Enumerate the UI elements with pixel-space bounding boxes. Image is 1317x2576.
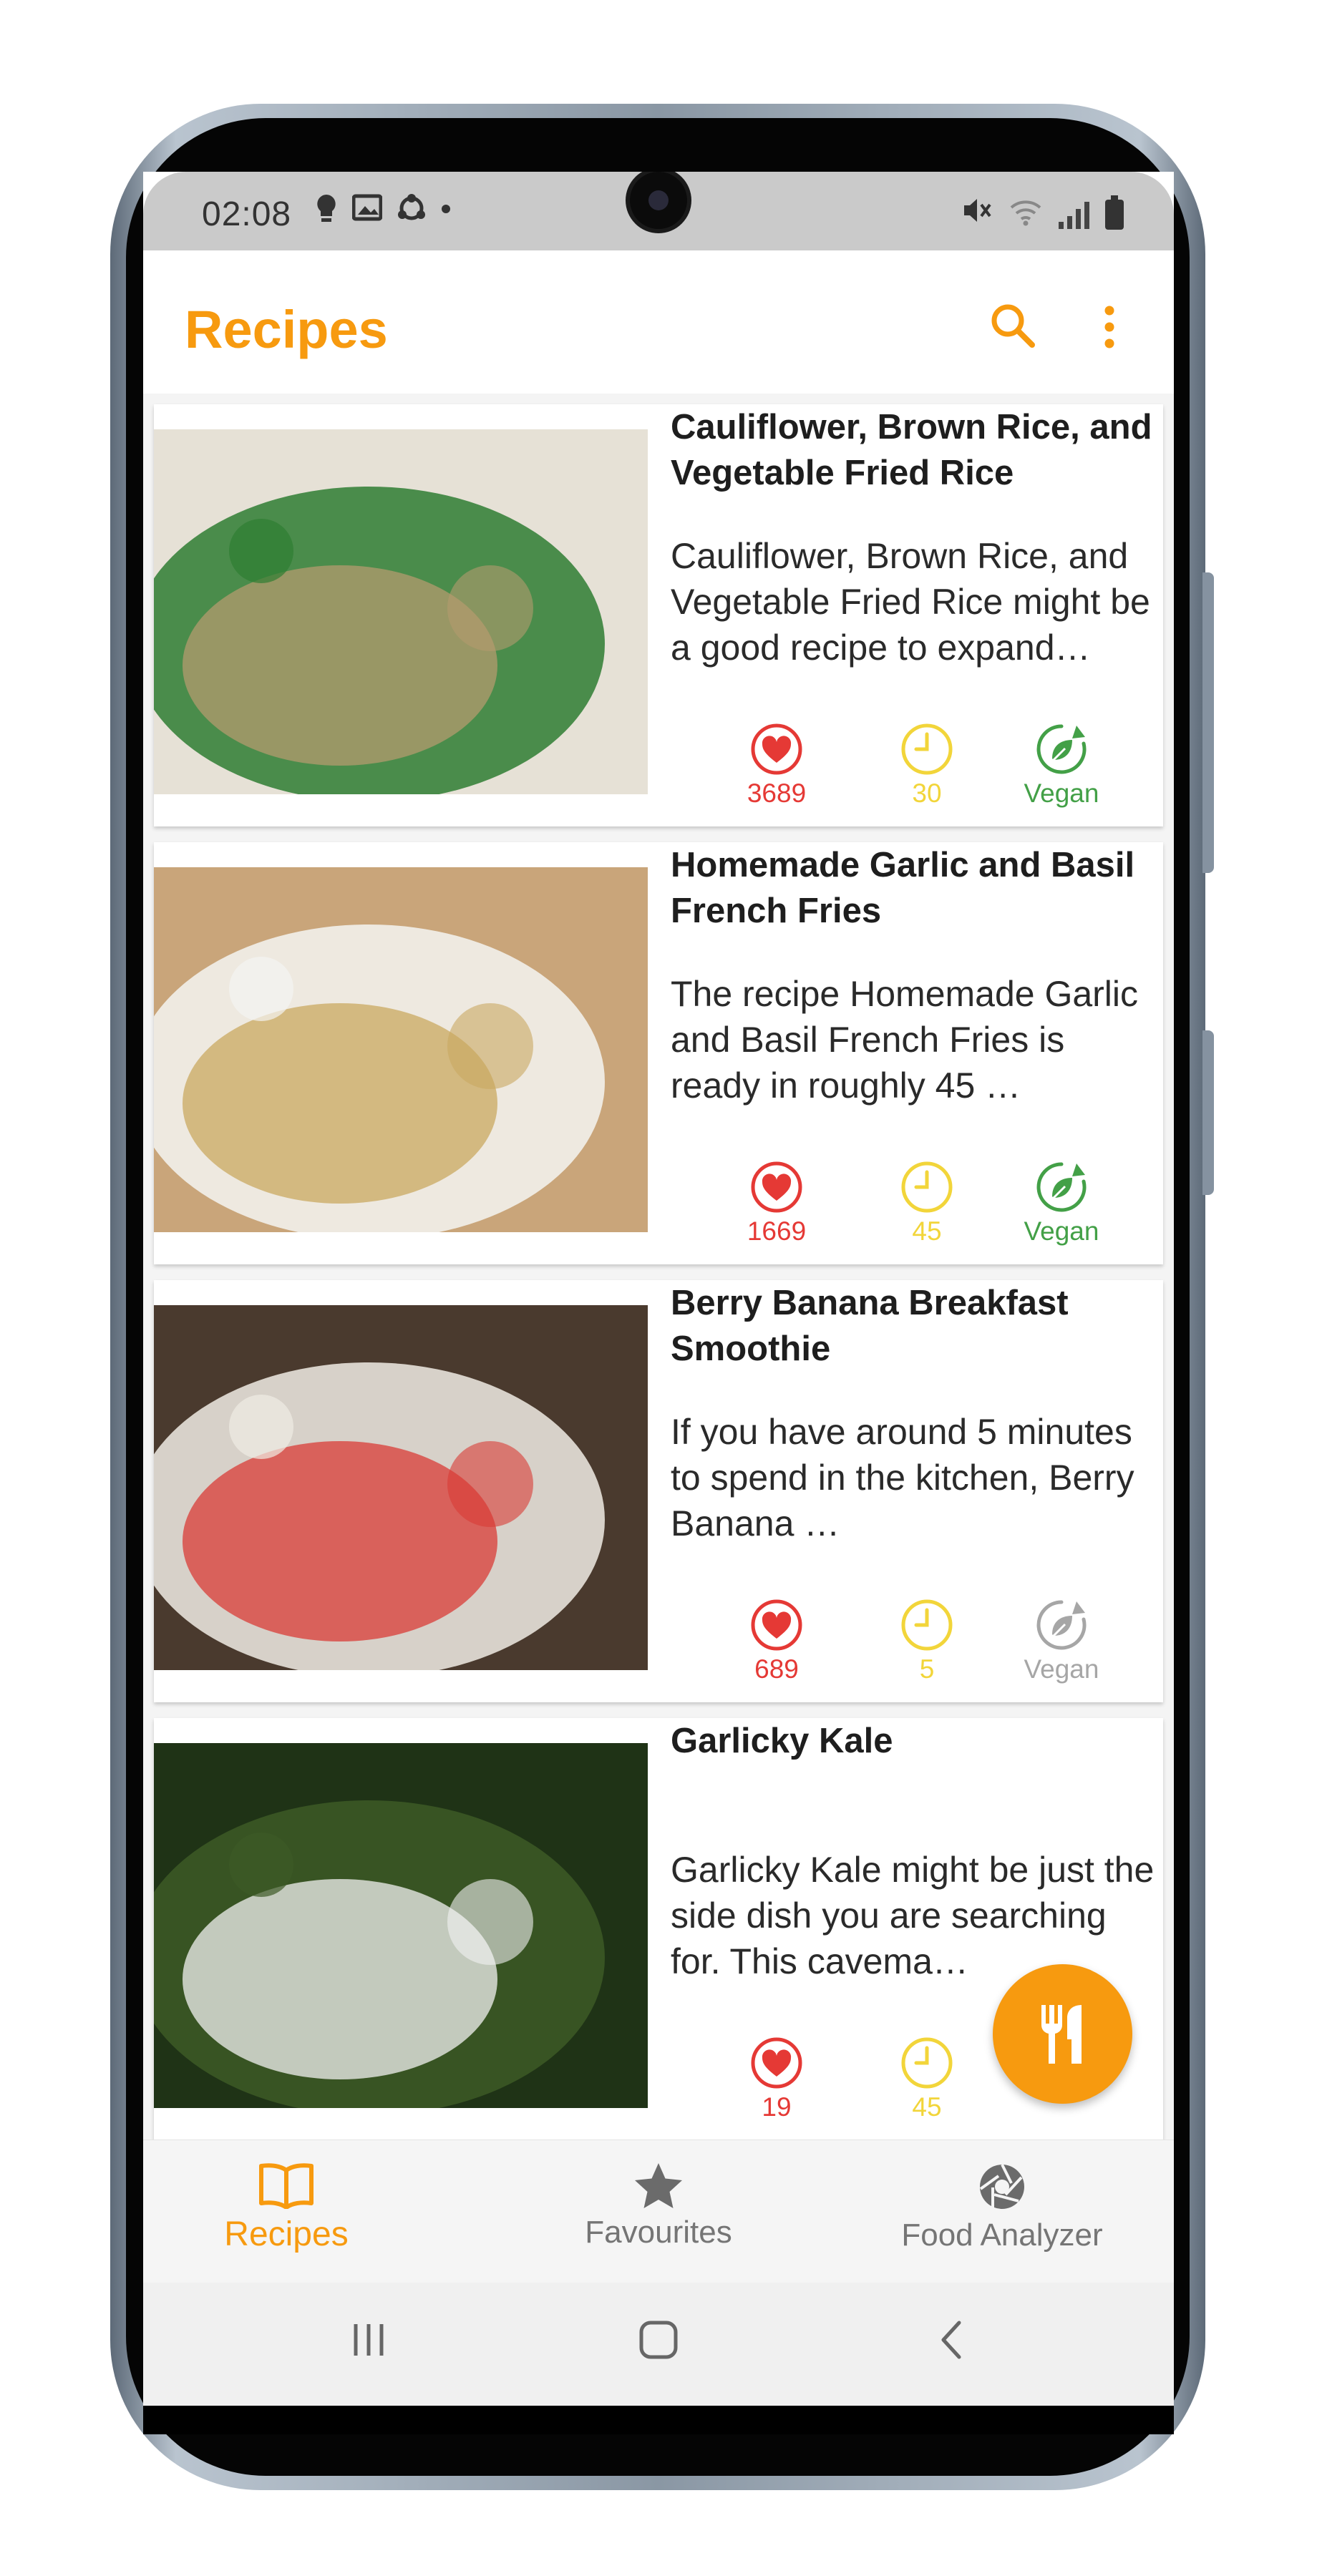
recipe-description: Garlicky Kale might be just the side dis…: [671, 1850, 1155, 1981]
status-time: 02:08: [202, 195, 292, 233]
vegan-label: Vegan: [1024, 1654, 1099, 1684]
signal-icon: [1059, 200, 1089, 229]
likes-stat: 3689: [719, 723, 834, 809]
back-button[interactable]: [930, 2318, 973, 2365]
clock-icon: [901, 723, 953, 775]
more-vert-icon: [1104, 306, 1114, 348]
home-icon: [639, 2321, 678, 2359]
vegan-label: Vegan: [1024, 779, 1099, 808]
recipe-image: [154, 867, 648, 1232]
heart-icon: [751, 723, 802, 775]
time-minutes: 5: [919, 1654, 935, 1684]
nav-food-analyzer-label: Food Analyzer: [901, 2218, 1103, 2253]
app-bar: Recipes: [143, 250, 1174, 394]
clock-icon: [901, 1161, 953, 1213]
recipe-image: [154, 1743, 648, 2108]
likes-stat: 19: [719, 2036, 834, 2122]
time-minutes: 30: [912, 779, 942, 808]
recipe-card[interactable]: Berry Banana Breakfast Smoothie If you ha…: [154, 1280, 1163, 1702]
search-button[interactable]: [988, 301, 1038, 351]
book-icon: [259, 2163, 314, 2209]
more-options-button[interactable]: [1095, 302, 1124, 352]
recipe-description: If you have around 5 minutes to spend in…: [671, 1412, 1134, 1543]
wifi-icon: [1009, 195, 1043, 235]
aperture-icon: [979, 2164, 1024, 2209]
time-stat: 45: [870, 1161, 984, 1246]
recipe-title: Cauliflower, Brown Rice, and Vegetable F…: [671, 408, 1152, 492]
screen: 02:08 Recipes Cauliflower, Brown Rice, a…: [143, 172, 1174, 2406]
recipe-card[interactable]: Homemade Garlic and Basil French Fries Th…: [154, 842, 1163, 1264]
home-button[interactable]: [637, 2318, 680, 2365]
time-stat: 30: [870, 723, 984, 809]
recipe-title: Garlicky Kale: [671, 1722, 893, 1760]
nav-food-analyzer[interactable]: Food Analyzer: [859, 2162, 1145, 2253]
likes-count: 19: [762, 2092, 792, 2122]
clock-icon: [901, 1599, 953, 1651]
page-title: Recipes: [185, 300, 388, 359]
bulb-icon: [315, 193, 338, 233]
vegan-leaf-icon: [1036, 1162, 1087, 1212]
system-navigation-bar: [143, 2283, 1174, 2406]
clock-icon: [901, 2037, 953, 2089]
bottom-navigation: Recipes Favourites Food Analyzer: [143, 2140, 1174, 2283]
nav-favourites-label: Favourites: [585, 2215, 732, 2250]
likes-stat: 689: [719, 1599, 834, 1684]
restaurant-icon: [1041, 2004, 1082, 2064]
volume-button: [1202, 572, 1214, 873]
nav-recipes[interactable]: Recipes: [143, 2162, 429, 2254]
dot-icon: [441, 193, 451, 233]
front-camera: [630, 172, 687, 229]
vegan-leaf-icon: [1036, 724, 1087, 774]
notification-icons: [315, 193, 451, 233]
vegan-label: Vegan: [1024, 1216, 1099, 1246]
recipe-description: The recipe Homemade Garlic and Basil Fre…: [671, 974, 1139, 1106]
sync-icon: [397, 193, 427, 233]
status-bar: 02:08: [143, 172, 1174, 250]
recipe-image: [154, 1305, 648, 1670]
recents-icon: [354, 2324, 384, 2356]
heart-icon: [751, 2037, 802, 2089]
vegan-stat: Vegan: [1004, 1161, 1119, 1246]
vegan-leaf-icon: [1036, 1600, 1087, 1650]
likes-count: 3689: [747, 779, 807, 808]
random-recipe-fab[interactable]: [993, 1964, 1132, 2104]
vegan-stat: Vegan: [1004, 1599, 1119, 1684]
time-minutes: 45: [912, 2092, 942, 2122]
nav-recipes-label: Recipes: [224, 2215, 349, 2253]
likes-count: 1669: [747, 1216, 807, 1246]
back-icon: [941, 2321, 961, 2359]
power-button: [1202, 1030, 1214, 1195]
recent-apps-button[interactable]: [347, 2318, 390, 2365]
likes-stat: 1669: [719, 1161, 834, 1246]
recipe-card[interactable]: Cauliflower, Brown Rice, and Vegetable F…: [154, 404, 1163, 826]
system-status-icons: [961, 195, 1124, 235]
time-stat: 45: [870, 2036, 984, 2122]
heart-icon: [751, 1161, 802, 1213]
star-icon: [635, 2163, 682, 2208]
recipe-list[interactable]: Cauliflower, Brown Rice, and Vegetable F…: [143, 394, 1174, 2140]
battery-icon: [1105, 195, 1124, 230]
recipe-title: Homemade Garlic and Basil French Fries: [671, 846, 1135, 930]
recipe-image: [154, 429, 648, 794]
likes-count: 689: [754, 1654, 799, 1684]
search-icon: [991, 304, 1035, 348]
bezel-bottom: [143, 2406, 1174, 2434]
image-icon: [351, 193, 383, 233]
recipe-title: Berry Banana Breakfast Smoothie: [671, 1284, 1069, 1368]
time-minutes: 45: [912, 1216, 942, 1246]
vegan-stat: Vegan: [1004, 723, 1119, 809]
nav-favourites[interactable]: Favourites: [515, 2162, 802, 2250]
mute-icon: [961, 195, 993, 235]
time-stat: 5: [870, 1599, 984, 1684]
recipe-description: Cauliflower, Brown Rice, and Vegetable F…: [671, 536, 1150, 668]
heart-icon: [751, 1599, 802, 1651]
